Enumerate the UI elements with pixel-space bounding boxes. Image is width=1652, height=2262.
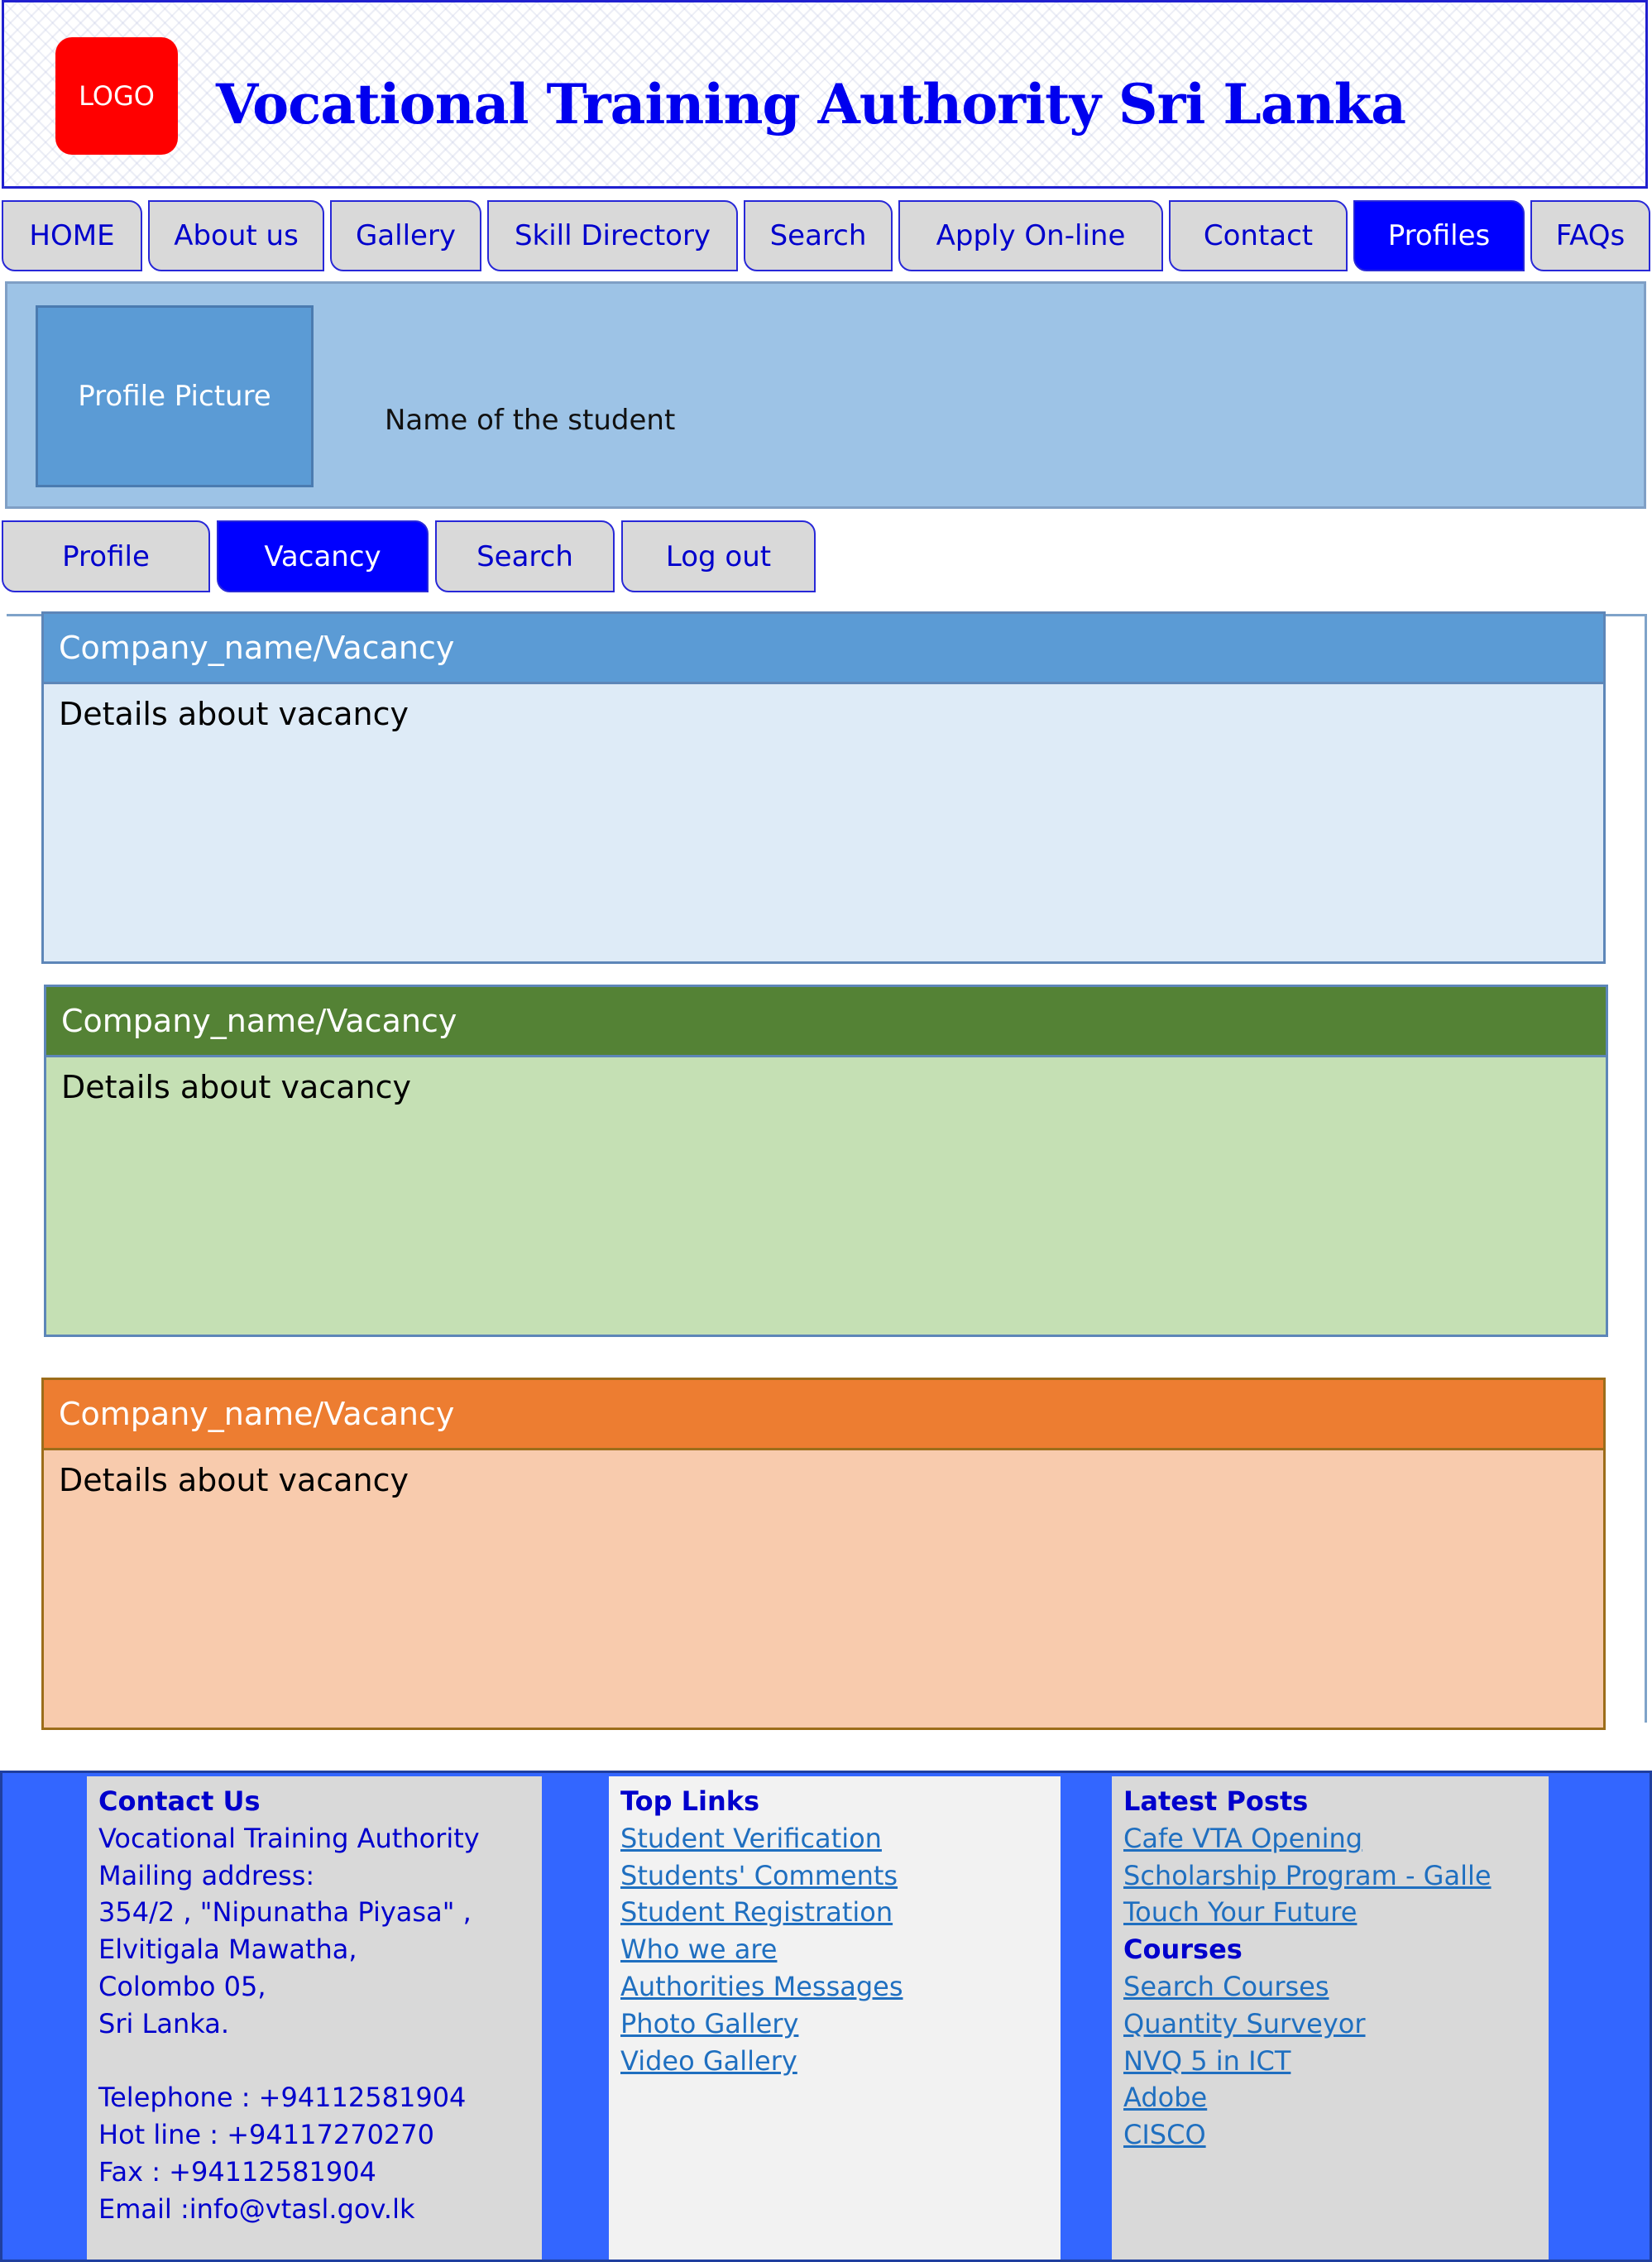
student-name: Name of the student [385, 404, 676, 437]
nav-tab-label: Skill Directory [514, 219, 711, 252]
footer-link-quantity-surveyor[interactable]: Quantity Surveyor [1123, 2006, 1537, 2043]
footer-link-cisco[interactable]: CISCO [1123, 2116, 1537, 2154]
nav-tab-faqs[interactable]: FAQs [1530, 200, 1650, 271]
subnav-tab-label: Profile [62, 539, 150, 573]
profile-picture[interactable]: Profile Picture [36, 305, 314, 487]
contact-line: Vocational Training Authority [98, 1822, 480, 1854]
nav-tab-label: Gallery [355, 219, 457, 252]
footer-link-student-verification[interactable]: Student Verification [620, 1820, 1049, 1857]
nav-tab-label: Apply On-line [936, 219, 1126, 252]
vacancy-title[interactable]: Company_name/Vacancy [44, 985, 1608, 1057]
nav-tab-about-us[interactable]: About us [148, 200, 324, 271]
nav-tab-contact[interactable]: Contact [1169, 200, 1348, 271]
nav-tab-apply-online[interactable]: Apply On-line [898, 200, 1163, 271]
footer-contact-column: Contact Us Vocational Training Authority… [87, 1776, 542, 2260]
footer-latest-posts-heading: Latest Posts [1123, 1785, 1309, 1817]
logo[interactable]: LOGO [55, 37, 178, 155]
footer-contact-heading: Contact Us [98, 1785, 261, 1817]
footer-link-who-we-are[interactable]: Who we are [620, 1931, 1049, 1968]
logo-text: LOGO [79, 80, 155, 112]
contact-line: Sri Lanka. [98, 2007, 229, 2039]
contact-telephone: Telephone : +94112581904 [98, 2082, 467, 2114]
contact-line: Mailing address: [98, 1859, 315, 1891]
contact-line: Colombo 05, [98, 1970, 266, 2002]
vacancy-details: Details about vacancy [41, 1450, 1606, 1730]
vacancy-card[interactable]: Company_name/Vacancy Details about vacan… [41, 1378, 1606, 1730]
contact-hotline: Hot line : +94117270270 [98, 2119, 434, 2151]
contact-line: Elvitigala Mawatha, [98, 1934, 357, 1966]
contact-line: 354/2 , "Nipunatha Piyasa" , [98, 1896, 472, 1929]
footer-link-student-registration[interactable]: Student Registration [620, 1894, 1049, 1931]
nav-tab-label: FAQs [1555, 219, 1626, 252]
vacancy-title[interactable]: Company_name/Vacancy [41, 1378, 1606, 1450]
subnav-tab-log-out[interactable]: Log out [621, 520, 816, 592]
subnav-tab-label: Vacancy [264, 539, 381, 573]
profile-header: Profile Picture Name of the student [5, 281, 1646, 509]
footer-link-authorities-messages[interactable]: Authorities Messages [620, 1968, 1049, 2006]
footer-link-scholarship-program[interactable]: Scholarship Program - Galle [1123, 1857, 1537, 1895]
vacancy-details: Details about vacancy [41, 684, 1606, 964]
nav-tab-home[interactable]: HOME [2, 200, 142, 271]
nav-tab-skill-directory[interactable]: Skill Directory [487, 200, 738, 271]
footer-posts-column: Latest Posts Cafe VTA Opening Scholarshi… [1112, 1776, 1549, 2260]
nav-tab-label: HOME [29, 219, 115, 252]
content-frame-divider [1645, 614, 1647, 1723]
subnav-tab-label: Log out [665, 539, 772, 573]
nav-tab-search[interactable]: Search [744, 200, 893, 271]
footer-link-students-comments[interactable]: Students' Comments [620, 1857, 1049, 1895]
subnav-tab-label: Search [476, 539, 573, 573]
vacancy-card[interactable]: Company_name/Vacancy Details about vacan… [41, 611, 1606, 964]
site-header: LOGO Vocational Training Authority Sri L… [2, 0, 1648, 189]
site-title: Vocational Training Authority Sri Lanka [216, 72, 1406, 137]
footer-link-adobe[interactable]: Adobe [1123, 2079, 1537, 2116]
footer-link-cafe-vta-opening[interactable]: Cafe VTA Opening [1123, 1820, 1537, 1857]
subnav-tab-profile[interactable]: Profile [2, 520, 210, 592]
nav-tab-label: Contact [1203, 219, 1314, 252]
footer-link-search-courses[interactable]: Search Courses [1123, 1968, 1537, 2006]
subnav-tab-search[interactable]: Search [435, 520, 615, 592]
nav-tab-gallery[interactable]: Gallery [330, 200, 481, 271]
footer-link-nvq5-ict[interactable]: NVQ 5 in ICT [1123, 2043, 1537, 2080]
footer-link-photo-gallery[interactable]: Photo Gallery [620, 2006, 1049, 2043]
nav-tab-profiles[interactable]: Profiles [1353, 200, 1525, 271]
footer-top-links-heading: Top Links [620, 1785, 760, 1817]
profile-picture-label: Profile Picture [78, 380, 271, 413]
footer-top-links-column: Top Links Student Verification Students'… [609, 1776, 1061, 2260]
contact-email: Email :info@vtasl.gov.lk [98, 2193, 415, 2225]
nav-tab-label: Profiles [1387, 219, 1491, 252]
site-footer: Contact Us Vocational Training Authority… [0, 1771, 1652, 2262]
footer-link-video-gallery[interactable]: Video Gallery [620, 2043, 1049, 2080]
footer-link-touch-your-future[interactable]: Touch Your Future [1123, 1894, 1537, 1931]
contact-fax: Fax : +94112581904 [98, 2155, 376, 2188]
nav-tab-label: Search [769, 219, 867, 252]
vacancy-card[interactable]: Company_name/Vacancy Details about vacan… [44, 985, 1608, 1337]
footer-courses-heading: Courses [1123, 1934, 1243, 1966]
subnav-tab-vacancy[interactable]: Vacancy [217, 520, 429, 592]
nav-tab-label: About us [174, 219, 299, 252]
vacancy-details: Details about vacancy [44, 1057, 1608, 1337]
vacancy-title[interactable]: Company_name/Vacancy [41, 611, 1606, 684]
